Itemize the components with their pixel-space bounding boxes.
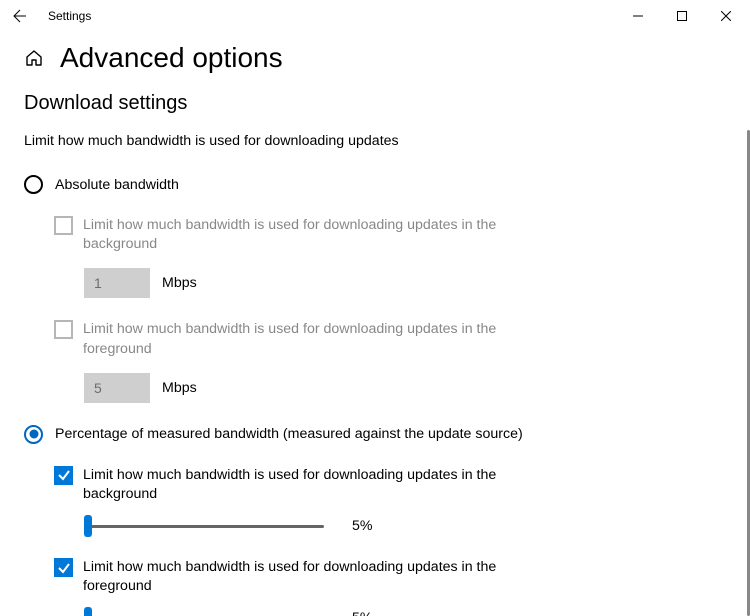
section-title: Download settings xyxy=(24,92,726,115)
minimize-icon xyxy=(633,11,643,21)
percentage-bandwidth-section: Limit how much bandwidth is used for dow… xyxy=(54,466,726,616)
slider-value: 5% xyxy=(352,518,373,534)
background-percent-slider-row: 5% xyxy=(84,518,726,534)
radio-icon xyxy=(24,425,43,444)
page-content: Advanced options Download settings Limit… xyxy=(0,32,750,616)
background-mbps-input: 1 xyxy=(84,268,150,298)
checkmark-icon xyxy=(57,561,71,575)
radio-percentage-bandwidth[interactable]: Percentage of measured bandwidth (measur… xyxy=(24,425,726,444)
limit-foreground-percent-row: Limit how much bandwidth is used for dow… xyxy=(54,558,726,596)
background-mbps-row: 1 Mbps xyxy=(84,268,726,298)
limit-background-percent-row: Limit how much bandwidth is used for dow… xyxy=(54,466,726,504)
radio-label: Absolute bandwidth xyxy=(55,177,179,193)
minimize-button[interactable] xyxy=(616,2,660,30)
maximize-button[interactable] xyxy=(660,2,704,30)
window-titlebar: Settings xyxy=(0,0,750,32)
foreground-mbps-row: 5 Mbps xyxy=(84,373,726,403)
background-percent-slider[interactable] xyxy=(84,525,324,528)
checkbox-label: Limit how much bandwidth is used for dow… xyxy=(83,216,543,254)
limit-background-absolute-row: Limit how much bandwidth is used for dow… xyxy=(54,216,726,254)
radio-label: Percentage of measured bandwidth (measur… xyxy=(55,426,523,442)
checkbox-limit-background-absolute xyxy=(54,216,73,235)
section-description: Limit how much bandwidth is used for dow… xyxy=(24,133,726,149)
checkbox-limit-foreground-percent[interactable] xyxy=(54,558,73,577)
checkbox-label: Limit how much bandwidth is used for dow… xyxy=(83,320,543,358)
radio-icon xyxy=(24,175,43,194)
slider-thumb[interactable] xyxy=(84,515,92,537)
slider-thumb[interactable] xyxy=(84,607,92,616)
page-title: Advanced options xyxy=(60,42,283,74)
checkbox-label: Limit how much bandwidth is used for dow… xyxy=(83,466,543,504)
checkbox-limit-background-percent[interactable] xyxy=(54,466,73,485)
home-icon[interactable] xyxy=(24,48,44,68)
unit-label: Mbps xyxy=(162,380,197,396)
unit-label: Mbps xyxy=(162,275,197,291)
maximize-icon xyxy=(677,11,687,21)
window-controls xyxy=(616,2,748,30)
radio-absolute-bandwidth[interactable]: Absolute bandwidth xyxy=(24,175,726,194)
absolute-bandwidth-section: Limit how much bandwidth is used for dow… xyxy=(54,216,726,403)
back-arrow-icon xyxy=(12,8,28,24)
checkbox-limit-foreground-absolute xyxy=(54,320,73,339)
checkmark-icon xyxy=(57,468,71,482)
page-header: Advanced options xyxy=(24,42,726,74)
checkbox-label: Limit how much bandwidth is used for dow… xyxy=(83,558,543,596)
foreground-percent-slider-row: 5% xyxy=(84,610,726,616)
limit-foreground-absolute-row: Limit how much bandwidth is used for dow… xyxy=(54,320,726,358)
back-button[interactable] xyxy=(8,4,32,28)
slider-value: 5% xyxy=(352,610,373,616)
close-icon xyxy=(721,11,731,21)
window-title: Settings xyxy=(48,9,91,23)
foreground-mbps-input: 5 xyxy=(84,373,150,403)
close-button[interactable] xyxy=(704,2,748,30)
